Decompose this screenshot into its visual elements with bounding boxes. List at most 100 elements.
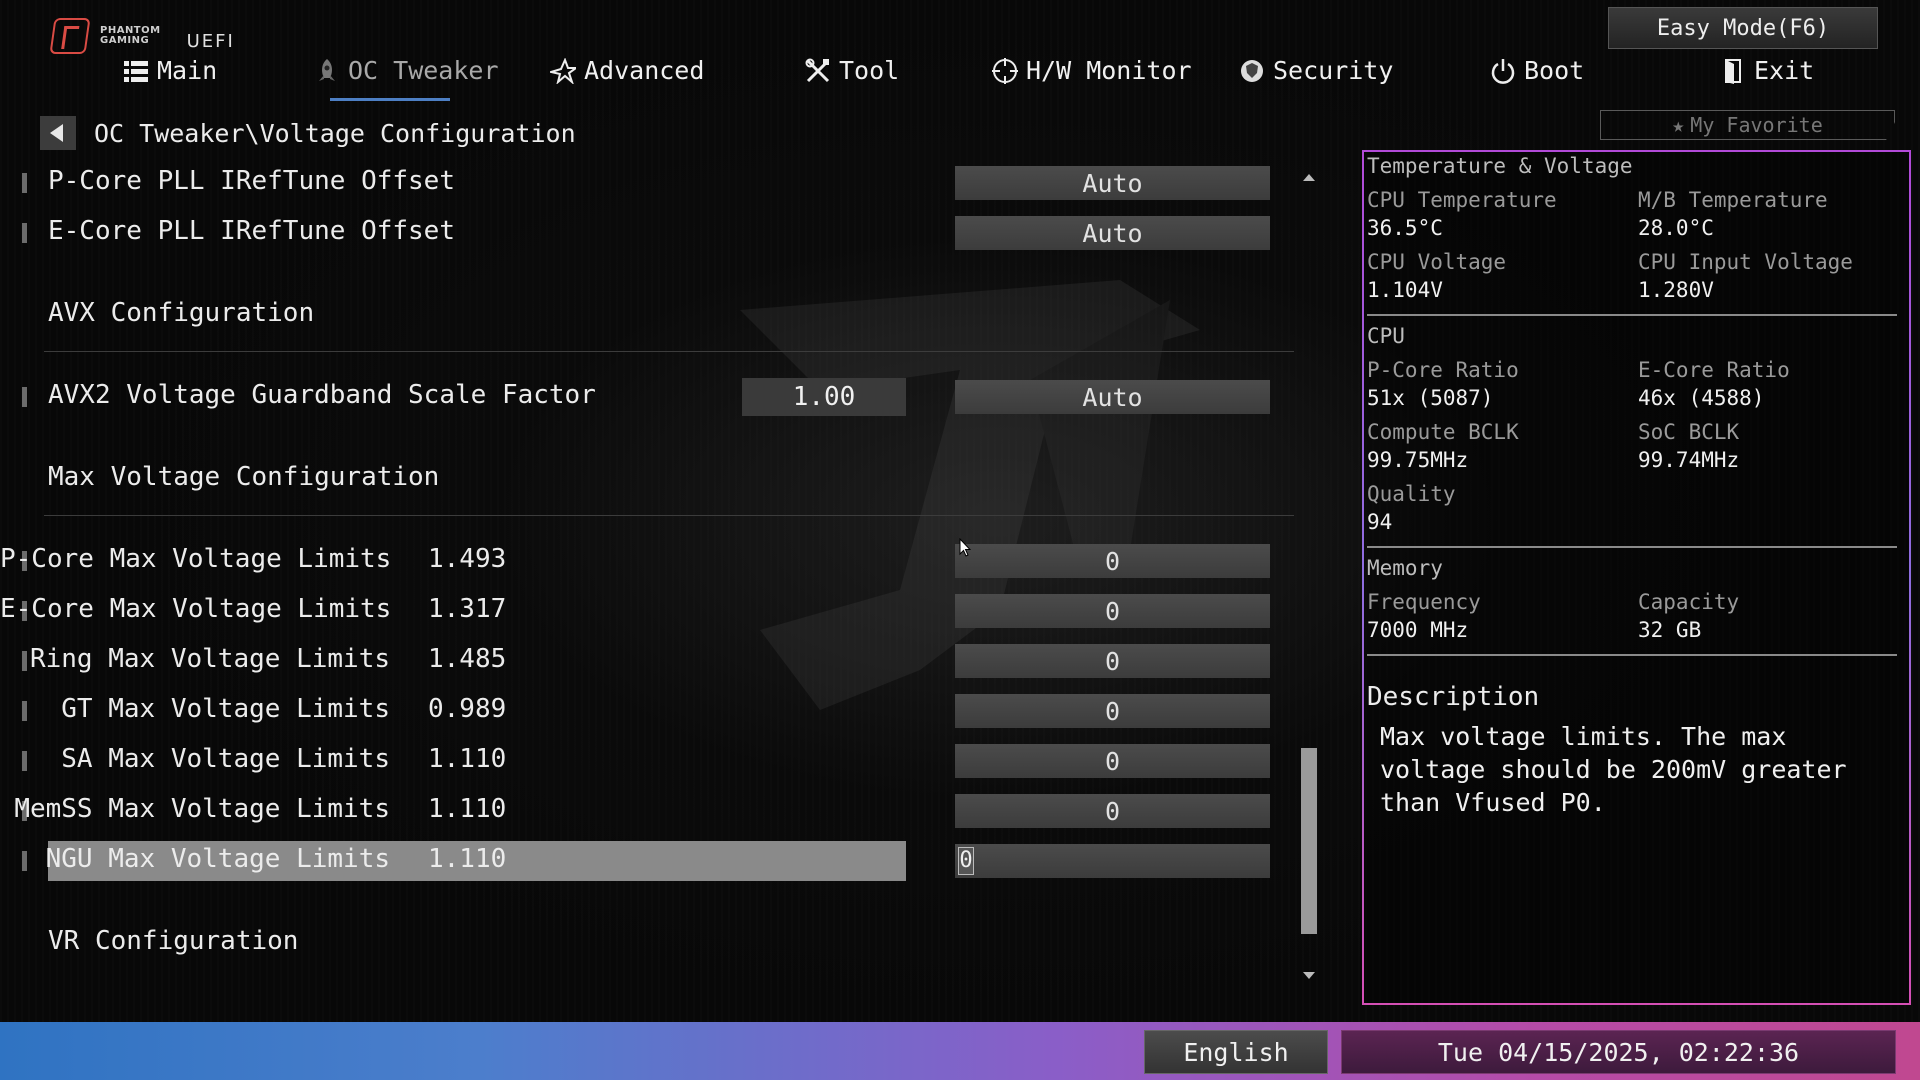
setting-label: NGU Max Voltage Limits xyxy=(45,844,390,874)
setting-value-input[interactable] xyxy=(955,844,1270,878)
shield-icon xyxy=(1241,59,1263,82)
row-marker xyxy=(22,387,27,407)
setting-value-box[interactable]: Auto xyxy=(955,216,1270,250)
cpu-temp-label: CPU Temperature xyxy=(1367,188,1557,212)
phantom-gaming-logo-icon xyxy=(49,18,91,54)
datetime-display: Tue 04/15/2025, 02:22:36 xyxy=(1341,1030,1896,1074)
tab-tool-label: Tool xyxy=(839,56,900,85)
my-favorite-label: My Favorite xyxy=(1690,113,1823,137)
scrollbar-thumb[interactable] xyxy=(1301,748,1317,934)
section-divider xyxy=(44,515,1294,516)
cpu-input-voltage-label: CPU Input Voltage xyxy=(1638,250,1853,274)
tab-security-label: Security xyxy=(1273,56,1394,85)
scroll-up-arrow-icon[interactable] xyxy=(1303,174,1315,181)
section-avx-configuration: AVX Configuration xyxy=(48,298,315,328)
setting-value-box[interactable]: 0 xyxy=(955,744,1270,778)
setting-value-box[interactable]: Auto xyxy=(955,166,1270,200)
row-marker xyxy=(22,223,27,243)
power-icon xyxy=(1491,58,1515,84)
memory-section-title: Memory xyxy=(1367,556,1443,580)
uefi-label: UEFI xyxy=(186,30,235,52)
tab-oc-tweaker[interactable]: OC Tweaker xyxy=(314,56,499,85)
hw-info-panel: Temperature & Voltage CPU Temperature 36… xyxy=(1362,150,1911,1005)
tab-tool[interactable]: Tool xyxy=(805,56,899,85)
panel-divider xyxy=(1367,546,1897,548)
setting-pcore-max-voltage[interactable]: P-Core Max Voltage Limits 1.493 0 xyxy=(0,543,1300,579)
scroll-down-arrow-icon[interactable] xyxy=(1303,972,1315,979)
easy-mode-button[interactable]: Easy Mode(F6) xyxy=(1608,7,1878,49)
exit-door-icon xyxy=(1725,58,1741,84)
description-text: Max voltage limits. The max voltage shou… xyxy=(1380,722,1847,817)
section-max-voltage-configuration: Max Voltage Configuration xyxy=(48,462,440,492)
setting-ecore-pll-ireftune[interactable]: E-Core PLL IRefTune Offset Auto xyxy=(0,215,1300,251)
ecore-ratio-value: 46x (4588) xyxy=(1638,386,1765,410)
setting-value-box[interactable]: 0 xyxy=(955,594,1270,628)
tab-exit-label: Exit xyxy=(1754,56,1815,85)
cpu-voltage-value: 1.104V xyxy=(1367,278,1443,302)
current-value: 0.989 xyxy=(428,694,507,724)
setting-value-box[interactable]: Auto xyxy=(955,380,1270,414)
tab-advanced-label: Advanced xyxy=(584,56,705,85)
quality-value: 94 xyxy=(1367,510,1393,534)
setting-ring-max-voltage[interactable]: Ring Max Voltage Limits 1.485 0 xyxy=(0,643,1300,679)
setting-label: MemSS Max Voltage Limits xyxy=(14,794,390,824)
breadcrumb-path: OC Tweaker\Voltage Configuration xyxy=(94,118,576,148)
setting-value-box[interactable]: 0 xyxy=(955,544,1270,578)
memory-capacity-value: 32 GB xyxy=(1638,618,1702,642)
setting-avx2-guardband[interactable]: AVX2 Voltage Guardband Scale Factor 1.00… xyxy=(0,378,1300,416)
section-divider xyxy=(44,351,1294,352)
tab-advanced[interactable]: Advanced xyxy=(550,56,704,85)
panel-divider xyxy=(1367,654,1897,656)
setting-ecore-max-voltage[interactable]: E-Core Max Voltage Limits 1.317 0 xyxy=(0,593,1300,629)
cpu-section-title: CPU xyxy=(1367,324,1405,348)
list-icon xyxy=(124,60,148,82)
setting-value-box[interactable]: 0 xyxy=(955,694,1270,728)
tab-boot[interactable]: Boot xyxy=(1490,56,1584,85)
compute-bclk-label: Compute BCLK xyxy=(1367,420,1519,444)
tab-exit[interactable]: Exit xyxy=(1720,56,1814,85)
setting-label: SA Max Voltage Limits xyxy=(61,744,390,774)
brand-logo: PHANTOM GAMING UEFI xyxy=(49,18,235,54)
cpu-temp-value: 36.5°C xyxy=(1367,216,1443,240)
panel-divider xyxy=(1367,314,1897,316)
setting-label: E-Core Max Voltage Limits xyxy=(0,594,392,624)
tab-security[interactable]: Security xyxy=(1239,56,1393,85)
language-selector[interactable]: English xyxy=(1144,1030,1328,1074)
pcore-ratio-label: P-Core Ratio xyxy=(1367,358,1519,382)
setting-value-box[interactable]: 0 xyxy=(955,644,1270,678)
section-vr-configuration: VR Configuration xyxy=(48,926,299,956)
setting-label: Ring Max Voltage Limits xyxy=(29,644,390,674)
edit-caret[interactable]: 0 xyxy=(958,847,974,875)
setting-value-box[interactable]: 0 xyxy=(955,794,1270,828)
crosshair-icon xyxy=(992,57,1018,84)
tab-main-label: Main xyxy=(157,56,218,85)
setting-gt-max-voltage[interactable]: GT Max Voltage Limits 0.989 0 xyxy=(0,693,1300,729)
back-button[interactable] xyxy=(40,116,76,150)
memory-frequency-label: Frequency xyxy=(1367,590,1481,614)
row-marker xyxy=(22,173,27,193)
current-value: 1.317 xyxy=(428,594,507,624)
cpu-voltage-label: CPU Voltage xyxy=(1367,250,1507,274)
mb-temp-value: 28.0°C xyxy=(1638,216,1714,240)
tab-hw-monitor[interactable]: H/W Monitor xyxy=(992,56,1192,85)
my-favorite-button[interactable]: ★ My Favorite xyxy=(1600,110,1895,140)
breadcrumb: OC Tweaker\Voltage Configuration xyxy=(40,116,576,150)
setting-sa-max-voltage[interactable]: SA Max Voltage Limits 1.110 0 xyxy=(0,743,1300,779)
setting-label: GT Max Voltage Limits xyxy=(61,694,390,724)
star-icon xyxy=(550,57,576,84)
brand-line2: GAMING xyxy=(100,35,150,46)
compute-bclk-value: 99.75MHz xyxy=(1367,448,1469,472)
panel-title: Temperature & Voltage xyxy=(1367,154,1633,178)
mouse-pointer-icon xyxy=(959,538,971,557)
soc-bclk-value: 99.74MHz xyxy=(1638,448,1740,472)
setting-label: P-Core Max Voltage Limits xyxy=(0,544,392,574)
active-tab-indicator xyxy=(330,98,450,101)
setting-ngu-max-voltage[interactable]: NGU Max Voltage Limits 1.110 0 xyxy=(0,841,1300,881)
setting-memss-max-voltage[interactable]: MemSS Max Voltage Limits 1.110 0 xyxy=(0,793,1300,829)
setting-pcore-pll-ireftune[interactable]: P-Core PLL IRefTune Offset Auto xyxy=(0,165,1300,201)
ecore-ratio-label: E-Core Ratio xyxy=(1638,358,1790,382)
setting-label: P-Core PLL IRefTune Offset xyxy=(48,166,455,196)
quality-label: Quality xyxy=(1367,482,1456,506)
setting-label: E-Core PLL IRefTune Offset xyxy=(48,216,455,246)
tab-main[interactable]: Main xyxy=(123,56,217,85)
